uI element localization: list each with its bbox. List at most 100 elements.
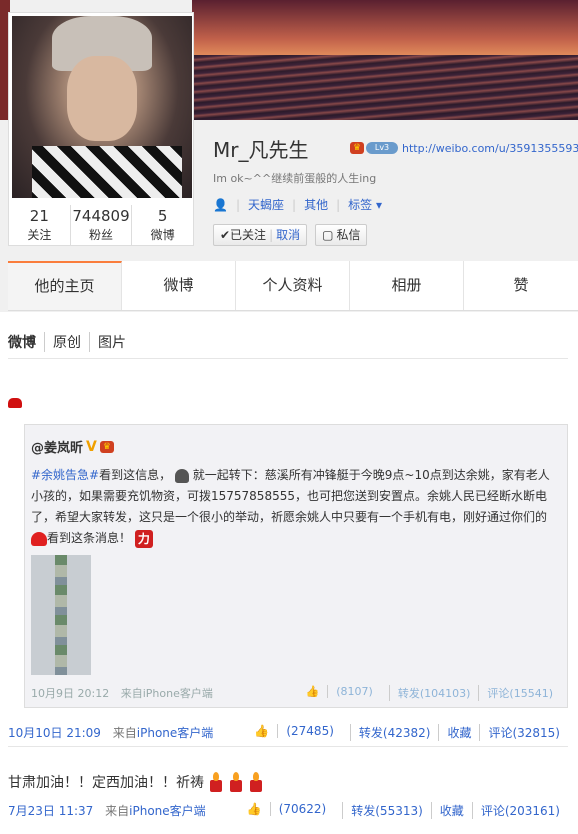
repost-footer: 10月9日 20:12 来自iPhone客户端 👍 (8107) 转发(10410…	[31, 685, 561, 701]
divider: |	[269, 228, 274, 242]
thumb-up-icon: 👍	[246, 802, 262, 816]
caret-down-icon: ▾	[375, 198, 382, 212]
profile-bio: Im ok~^^继续前蛋般的人生ing	[213, 172, 377, 185]
favorite-button[interactable]: 收藏	[430, 802, 472, 819]
feed-filter: 微博 原创 图片	[8, 332, 134, 352]
cover-banner	[192, 0, 578, 120]
repost-comment-button[interactable]: 评论(15541)	[478, 685, 561, 701]
repost-text-part: 看到这条消息！	[47, 531, 132, 545]
stat-number: 744809	[72, 207, 130, 225]
post-meta: 7月23日 11:37 来自iPhone客户端	[8, 802, 231, 819]
post-text-content: 甘肃加油！！定西加油！！祈祷	[8, 775, 204, 791]
comment-button[interactable]: 评论(203161)	[471, 802, 568, 819]
repost-author-link[interactable]: @姜岚昕	[31, 437, 83, 456]
favorite-button[interactable]: 收藏	[438, 724, 479, 741]
tab-album[interactable]: 相册	[350, 261, 465, 310]
forward-button[interactable]: 转发(42382)	[349, 724, 439, 741]
tab-home[interactable]: 他的主页	[8, 261, 123, 310]
source-prefix: 来自	[112, 726, 137, 740]
post-footer: 10月10日 21:09 来自iPhone客户端 👍 (27485) 转发(423…	[8, 724, 568, 741]
profile-url-link[interactable]: http://weibo.com/u/3591355593	[402, 142, 578, 155]
tags-label: 标签	[348, 198, 373, 212]
repost-actions: 👍 (8107) 转发(104103) 评论(15541)	[290, 685, 561, 701]
avatar-shirt	[32, 146, 182, 198]
repost-like-button[interactable]: 👍 (8107)	[290, 685, 389, 701]
strength-icon: 力	[134, 529, 153, 548]
repost-time[interactable]: 10月9日 20:12	[31, 687, 109, 700]
level-badge[interactable]: Lv3	[366, 142, 398, 154]
heart-icon	[8, 398, 22, 408]
unfollow-link[interactable]: 取消	[276, 225, 300, 245]
repost-text-part: 看到这信息，	[99, 468, 172, 482]
candle-icon	[208, 772, 224, 792]
repost-like-count: (8107)	[327, 685, 381, 698]
profile-badges: ♛ Lv3	[350, 142, 398, 154]
divider	[8, 746, 568, 747]
repost-image-thumbnail[interactable]	[31, 555, 91, 675]
profile-tabs: 他的主页 微博 个人资料 相册 赞	[8, 261, 578, 311]
stat-following[interactable]: 21 关注	[9, 205, 71, 245]
message-label: 私信	[336, 228, 361, 242]
profile-actions: ✔已关注 | 取消 ▢ 私信	[213, 224, 368, 246]
banner-water	[192, 55, 578, 120]
avatar-card: 21 关注 744809 粉丝 5 微博	[8, 12, 194, 246]
stat-label: 粉丝	[89, 228, 114, 242]
repost-meta: 10月9日 20:12 来自iPhone客户端	[31, 685, 290, 701]
avatar[interactable]	[12, 16, 192, 198]
divider	[8, 358, 568, 359]
profile-meta: 👤 | 天蝎座 | 其他 | 标签 ▾	[213, 196, 382, 213]
filter-pictures[interactable]: 图片	[89, 332, 134, 352]
source-prefix: 来自	[120, 687, 143, 700]
message-button[interactable]: ▢ 私信	[315, 224, 368, 246]
tab-weibo[interactable]: 微博	[122, 261, 237, 310]
post-actions: 👍 (27485) 转发(42382) 收藏 评论(32815)	[238, 724, 568, 741]
repost-forward-button[interactable]: 转发(104103)	[388, 685, 479, 701]
feed: 微博 原创 图片 @姜岚昕 V ♛ #余姚告急#看到这信息， 就一起转下：慈溪所…	[0, 312, 578, 834]
tab-profile[interactable]: 个人资料	[236, 261, 351, 310]
post-text: 甘肃加油！！定西加油！！祈祷	[8, 772, 264, 792]
like-count: (70622)	[269, 802, 335, 816]
heart-icon	[31, 531, 47, 546]
filter-weibo[interactable]: 微博	[8, 332, 44, 352]
post-time[interactable]: 7月23日 11:37	[8, 804, 93, 818]
repost-author: @姜岚昕 V ♛	[31, 437, 114, 456]
followed-button[interactable]: ✔已关注 | 取消	[213, 224, 308, 246]
person-icon: 👤	[213, 197, 228, 212]
microphone-icon	[174, 468, 189, 483]
stat-weibo[interactable]: 5 微博	[132, 205, 193, 245]
thumbnail-strip	[55, 555, 67, 675]
constellation-link[interactable]: 天蝎座	[248, 196, 284, 213]
verified-icon: V	[86, 438, 97, 455]
hashtag-link[interactable]: #余姚告急#	[31, 468, 99, 482]
divider: |	[336, 197, 341, 212]
other-link[interactable]: 其他	[304, 196, 328, 213]
source-prefix: 来自	[105, 804, 130, 818]
post-source-link[interactable]: iPhone客户端	[137, 726, 214, 740]
stat-number: 21	[29, 207, 49, 225]
forward-button[interactable]: 转发(55313)	[342, 802, 431, 819]
filter-original[interactable]: 原创	[44, 332, 89, 352]
like-button[interactable]: 👍 (70622)	[231, 802, 343, 819]
post-actions: 👍 (70622) 转发(55313) 收藏 评论(203161)	[231, 802, 568, 819]
repost-source-link[interactable]: iPhone客户端	[143, 687, 213, 700]
message-icon: ▢	[322, 228, 334, 242]
avatar-face	[67, 56, 137, 141]
comment-button[interactable]: 评论(32815)	[479, 724, 568, 741]
crown-icon: ♛	[99, 440, 114, 453]
divider: |	[235, 197, 240, 212]
stat-fans[interactable]: 744809 粉丝	[71, 205, 133, 245]
candle-icon	[228, 772, 244, 792]
tags-link[interactable]: 标签 ▾	[348, 196, 382, 213]
stat-number: 5	[157, 207, 168, 225]
followed-label: ✔已关注	[220, 228, 267, 242]
post-source-link[interactable]: iPhone客户端	[129, 804, 206, 818]
repost-text: #余姚告急#看到这信息， 就一起转下：慈溪所有冲锋艇于今晚9点~10点到达余姚，…	[31, 465, 559, 549]
post-time[interactable]: 10月10日 21:09	[8, 726, 101, 740]
divider: |	[292, 197, 297, 212]
tab-likes[interactable]: 赞	[464, 261, 578, 310]
like-button[interactable]: 👍 (27485)	[238, 724, 350, 741]
reposted-weibo: @姜岚昕 V ♛ #余姚告急#看到这信息， 就一起转下：慈溪所有冲锋艇于今晚9点…	[24, 424, 568, 708]
candle-icon	[248, 772, 264, 792]
crown-icon[interactable]: ♛	[350, 142, 364, 154]
thumb-up-icon: 👍	[254, 724, 270, 738]
